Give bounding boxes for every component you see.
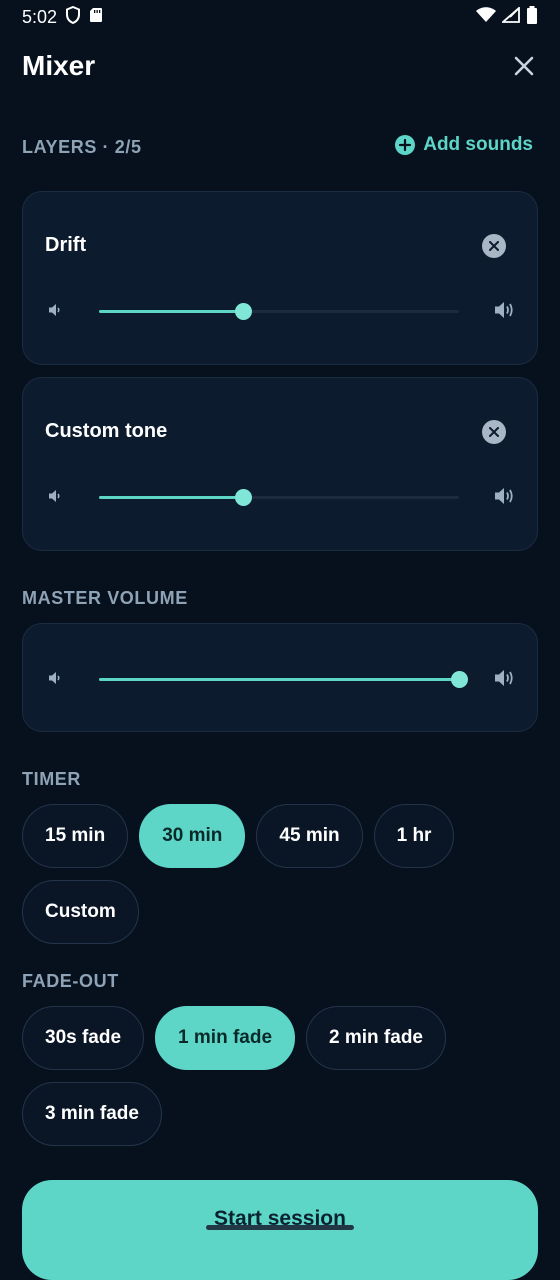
fade-chip-1-min[interactable]: 1 min fade [155,1006,296,1070]
volume-low-icon [49,672,60,684]
start-session-button[interactable]: Start session [22,1180,538,1280]
page-title: Mixer [22,50,96,81]
gesture-nav-handle [206,1225,354,1230]
close-icon [514,56,534,76]
slider-fill [99,496,243,499]
master-volume-card [22,623,538,732]
fade-chip-30s[interactable]: 30s fade [22,1006,145,1070]
volume-low-icon [49,304,60,316]
timer-chip-30-min[interactable]: 30 min [139,804,246,868]
slider-fill [99,310,243,313]
add-sounds-button[interactable]: Add sounds [395,134,533,156]
volume-high-icon [495,670,513,686]
signal-icon [500,5,520,28]
fade-options: 30s fade 1 min fade 2 min fade 3 min fad… [22,1006,538,1146]
layer-card: Drift [22,191,538,365]
slider-thumb[interactable] [451,671,468,688]
add-sounds-label: Add sounds [423,134,533,155]
slider-thumb[interactable] [235,489,252,506]
layers-label: LAYERS · 2/5 [22,137,142,157]
close-icon [489,427,499,437]
master-volume-slider [47,667,517,691]
slider-track[interactable] [99,671,468,688]
app-header: Mixer [22,44,538,88]
volume-high-icon [495,488,513,504]
slider-thumb[interactable] [235,303,252,320]
layer-name: Drift [45,234,87,256]
status-right [476,5,538,29]
slider-track[interactable] [99,303,459,320]
status-bar: 5:02 [0,0,560,34]
fade-chip-3-min[interactable]: 3 min fade [22,1082,162,1146]
wifi-icon [476,6,496,28]
volume-low-icon [49,490,60,502]
slider-track[interactable] [99,489,459,506]
slider-fill [99,678,459,681]
remove-layer-button[interactable] [482,234,506,258]
shield-icon [65,5,81,29]
fade-out-label: FADE-OUT [22,971,119,991]
status-left: 5:02 [22,5,103,29]
master-volume-label: MASTER VOLUME [22,588,188,608]
add-circle-icon [395,135,416,155]
layer-volume-slider [47,299,517,323]
remove-layer-button[interactable] [482,420,506,444]
timer-chip-custom[interactable]: Custom [22,880,139,944]
layer-card: Custom tone [22,377,538,551]
sd-card-icon [89,7,103,28]
timer-chip-15-min[interactable]: 15 min [22,804,129,868]
layer-name: Custom tone [45,420,168,442]
battery-icon [526,5,538,29]
layer-volume-slider [47,485,517,509]
fade-chip-2-min[interactable]: 2 min fade [306,1006,447,1070]
timer-chip-45-min[interactable]: 45 min [256,804,363,868]
close-icon [489,241,499,251]
status-time: 5:02 [22,6,58,27]
close-button[interactable] [504,46,544,86]
timer-chip-1-hr[interactable]: 1 hr [373,804,455,868]
volume-high-icon [495,302,513,318]
timer-options: 15 min 30 min 45 min 1 hr Custom [22,804,538,944]
timer-label: TIMER [22,769,81,789]
